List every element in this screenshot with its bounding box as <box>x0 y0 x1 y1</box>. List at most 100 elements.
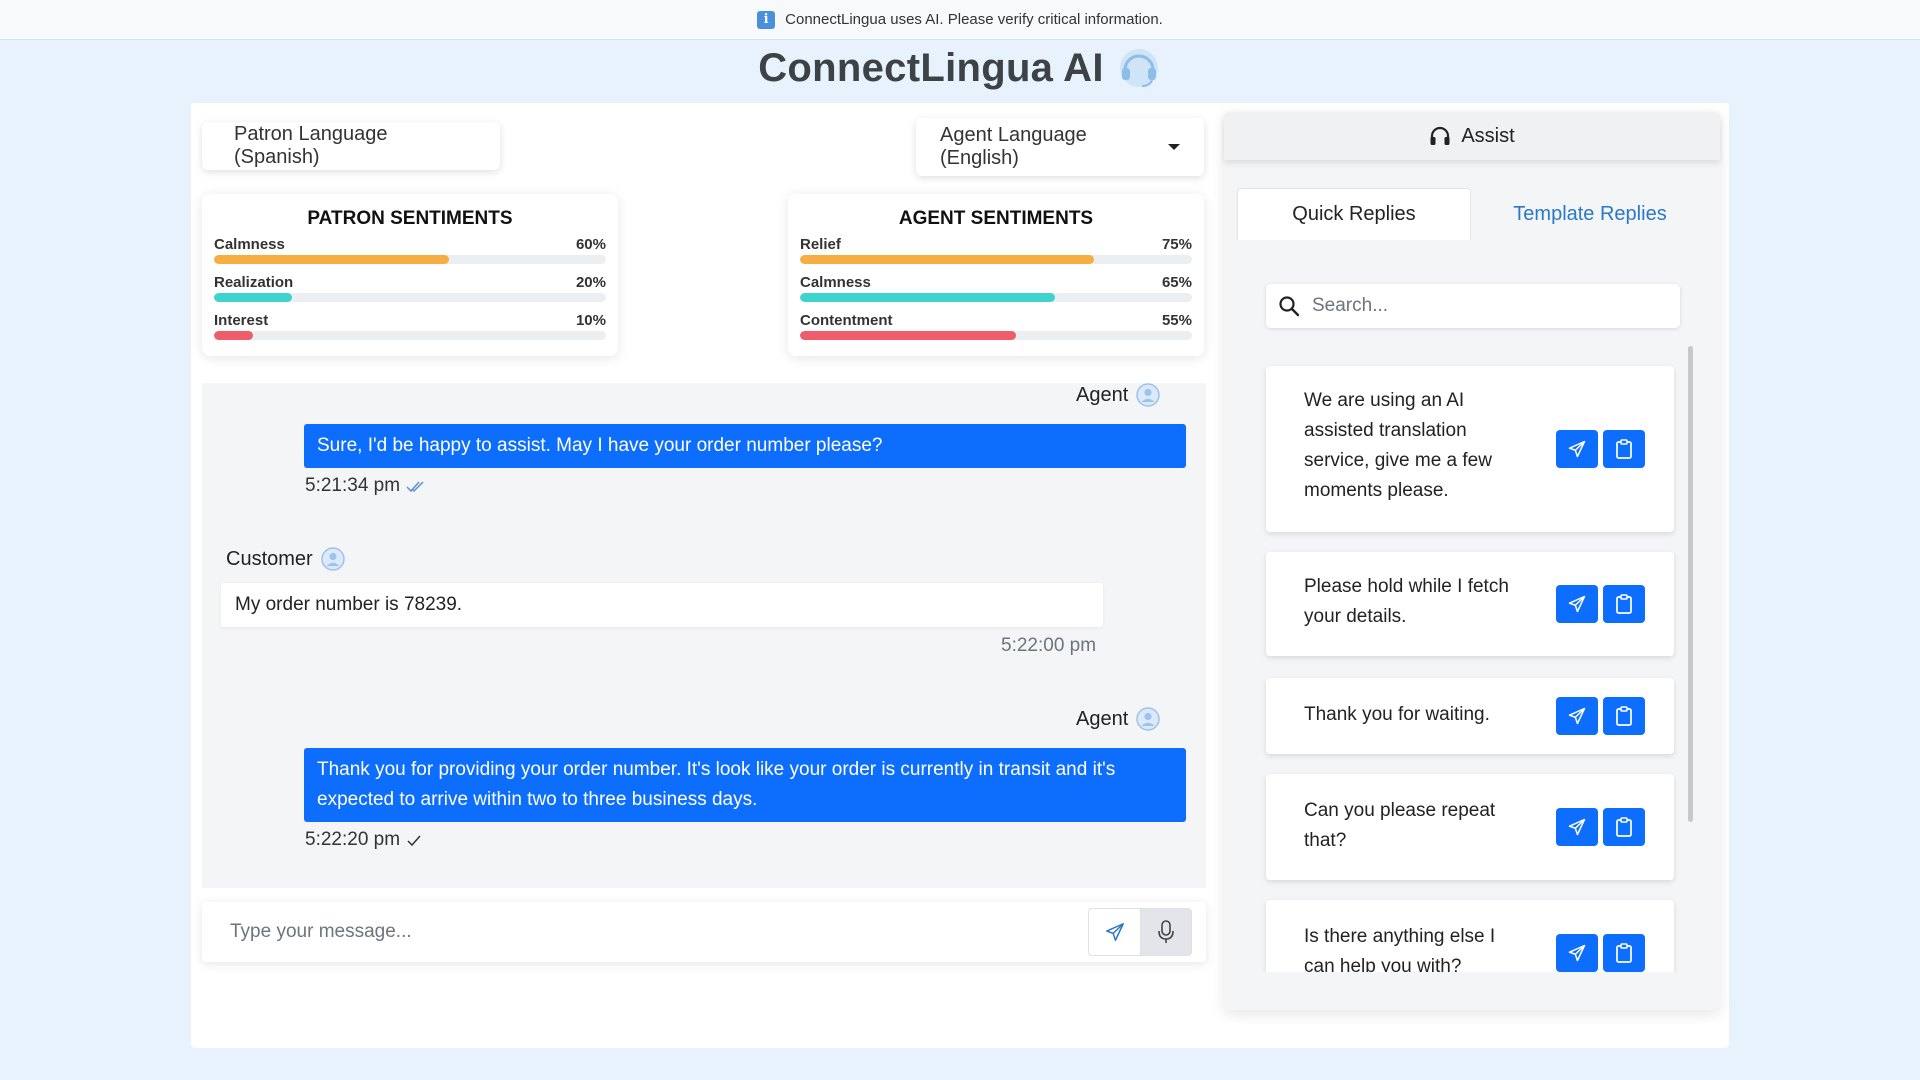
search-icon <box>1279 296 1300 317</box>
sentiment-bar <box>800 255 1094 264</box>
chat-transcript: Agent Sure, I'd be happy to assist. May … <box>202 383 1206 888</box>
quick-reply-card: Can you please repeat that? <box>1266 774 1674 880</box>
agent-message-bubble: Thank you for providing your order numbe… <box>304 748 1186 822</box>
double-check-icon <box>406 481 424 493</box>
quick-reply-text: Can you please repeat that? <box>1304 800 1496 851</box>
quick-reply-card: Please hold while I fetch your details. <box>1266 552 1674 656</box>
send-icon <box>1568 818 1586 836</box>
clipboard-icon <box>1616 439 1632 459</box>
caret-down-icon <box>1168 144 1180 150</box>
message-sender: Agent <box>1076 707 1161 731</box>
sentiment-value: 55% <box>1161 312 1192 329</box>
tab-template-replies[interactable]: Template Replies <box>1472 188 1708 240</box>
message-timestamp: 5:22:00 pm <box>1001 635 1096 657</box>
copy-reply-button[interactable] <box>1603 430 1645 468</box>
agent-message-bubble: Sure, I'd be happy to assist. May I have… <box>304 424 1186 468</box>
check-icon <box>407 835 421 847</box>
tab-label: Template Replies <box>1513 202 1667 225</box>
app-title: ConnectLingua AI <box>758 45 1104 90</box>
sentiment-label: Calmness <box>800 274 871 291</box>
headphones-icon <box>1430 126 1450 145</box>
sentiment-row: Calmness 60% <box>214 236 606 264</box>
sentiment-bar-track <box>800 255 1192 264</box>
sentiment-value: 60% <box>575 236 606 253</box>
quick-reply-text: Thank you for waiting. <box>1304 704 1490 725</box>
search-input[interactable] <box>1312 295 1652 317</box>
quick-replies-list: We are using an AI assisted translation … <box>1260 352 1690 972</box>
clipboard-icon <box>1616 943 1632 963</box>
agent-language-dropdown[interactable]: Agent Language (English) <box>916 118 1204 176</box>
timestamp-text: 5:21:34 pm <box>305 475 401 496</box>
tab-label: Quick Replies <box>1292 203 1416 225</box>
patron-sentiments-panel: PATRON SENTIMENTS Calmness 60% Realizatio… <box>202 194 618 356</box>
copy-reply-button[interactable] <box>1603 934 1645 972</box>
send-reply-button[interactable] <box>1556 585 1598 623</box>
replies-scrollbar[interactable] <box>1688 346 1693 822</box>
message-text: My order number is 78239. <box>235 594 463 615</box>
tab-quick-replies[interactable]: Quick Replies <box>1237 188 1471 240</box>
quick-reply-text: We are using an AI assisted translation … <box>1304 390 1492 501</box>
send-reply-button[interactable] <box>1556 934 1598 972</box>
reply-search <box>1266 284 1680 328</box>
sender-name: Customer <box>226 547 313 570</box>
sentiment-value: 65% <box>1161 274 1192 291</box>
timestamp-text: 5:22:00 pm <box>1001 635 1097 656</box>
user-avatar-icon <box>320 547 345 571</box>
sentiment-label: Realization <box>214 274 294 291</box>
assist-title: Assist <box>1461 124 1515 147</box>
assist-header: Assist <box>1224 112 1720 160</box>
quick-reply-text: Please hold while I fetch your details. <box>1304 576 1509 627</box>
sentiment-value: 20% <box>575 274 606 291</box>
sentiment-label: Relief <box>800 236 841 253</box>
message-timestamp: 5:21:34 pm <box>305 475 426 497</box>
sentiment-value: 10% <box>575 312 606 329</box>
sentiment-label: Interest <box>214 312 269 329</box>
message-timestamp: 5:22:20 pm <box>305 829 422 851</box>
user-avatar-icon <box>1136 707 1161 731</box>
clipboard-icon <box>1616 594 1632 614</box>
message-text: Thank you for providing your order numbe… <box>317 759 1116 810</box>
copy-reply-button[interactable] <box>1603 697 1645 735</box>
timestamp-text: 5:22:20 pm <box>305 829 401 850</box>
sentiment-row: Interest 10% <box>214 312 606 340</box>
sentiment-bar <box>800 331 1016 340</box>
sentiment-bar-track <box>800 331 1192 340</box>
patron-language-button[interactable]: Patron Language (Spanish) <box>202 122 500 170</box>
sentiment-bar <box>214 331 254 340</box>
user-avatar-icon <box>1136 383 1161 407</box>
send-icon <box>1105 923 1124 941</box>
message-sender: Agent <box>1076 383 1161 407</box>
sentiment-bar <box>800 293 1055 302</box>
send-icon <box>1568 440 1586 458</box>
sentiment-bar-track <box>214 255 606 264</box>
sentiment-bar-track <box>800 293 1192 302</box>
info-icon: i <box>757 10 776 29</box>
sentiment-label: Calmness <box>214 236 285 253</box>
clipboard-icon <box>1616 817 1632 837</box>
quick-reply-text: Is there anything else I can help you wi… <box>1304 926 1496 972</box>
quick-reply-card: We are using an AI assisted translation … <box>1266 366 1674 532</box>
send-icon <box>1568 944 1586 962</box>
sentiment-bar-track <box>214 293 606 302</box>
send-reply-button[interactable] <box>1556 697 1598 735</box>
banner-text: ConnectLingua uses AI. Please verify cri… <box>785 11 1163 28</box>
send-icon <box>1568 595 1586 613</box>
patron-sentiments-title: PATRON SENTIMENTS <box>307 208 513 229</box>
agent-sentiments-panel: AGENT SENTIMENTS Relief 75% Calmness 65% C… <box>788 194 1204 356</box>
send-button[interactable] <box>1088 908 1140 956</box>
sentiment-row: Relief 75% <box>800 236 1192 264</box>
copy-reply-button[interactable] <box>1603 585 1645 623</box>
sentiment-bar <box>214 255 450 264</box>
ai-disclaimer-banner: i ConnectLingua uses AI. Please verify c… <box>0 0 1920 40</box>
customer-message-bubble: My order number is 78239. <box>221 583 1103 627</box>
sender-name: Agent <box>1076 383 1129 406</box>
send-reply-button[interactable] <box>1556 808 1598 846</box>
copy-reply-button[interactable] <box>1603 808 1645 846</box>
sentiment-row: Realization 20% <box>214 274 606 302</box>
clipboard-icon <box>1616 706 1632 726</box>
send-reply-button[interactable] <box>1556 430 1598 468</box>
microphone-button[interactable] <box>1140 908 1192 956</box>
message-text: Sure, I'd be happy to assist. May I have… <box>317 435 883 456</box>
message-input[interactable] <box>216 910 1056 954</box>
send-icon <box>1568 707 1586 725</box>
